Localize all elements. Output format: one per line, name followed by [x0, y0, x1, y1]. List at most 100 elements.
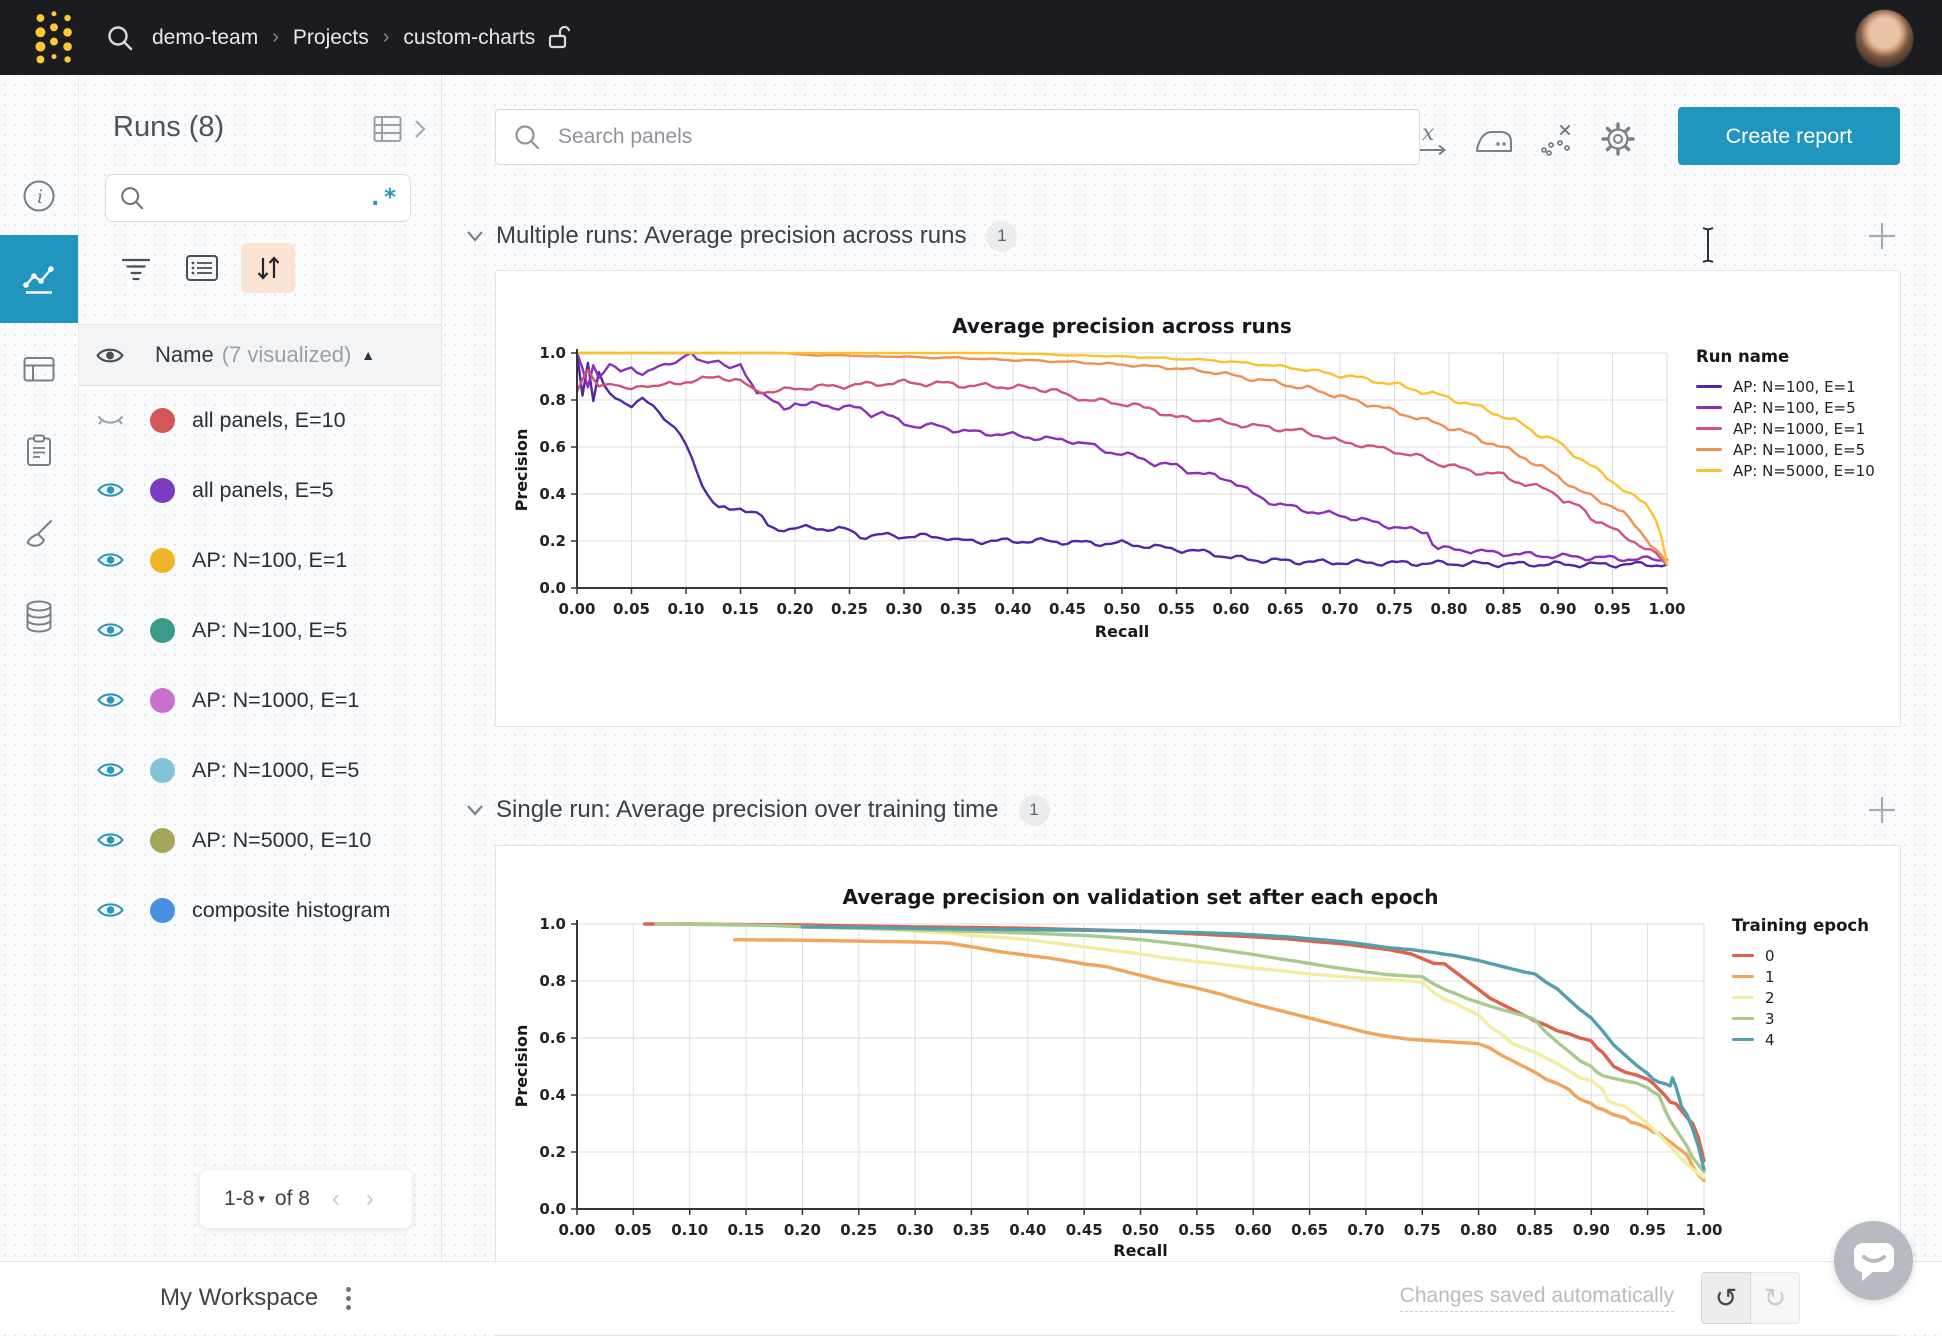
breadcrumb-item[interactable]: Projects: [293, 26, 369, 50]
run-row[interactable]: AP: N=5000, E=10: [79, 805, 441, 875]
run-visibility-toggle[interactable]: [79, 761, 141, 779]
svg-text:0.85: 0.85: [1516, 1221, 1553, 1239]
rail-item-overview[interactable]: i: [0, 154, 78, 238]
run-visibility-toggle[interactable]: [79, 551, 141, 569]
user-avatar[interactable]: [1855, 9, 1914, 68]
run-visibility-toggle[interactable]: [79, 901, 141, 919]
prev-page-button[interactable]: ‹: [332, 1185, 340, 1213]
global-search-button[interactable]: [100, 18, 140, 58]
outliers-button[interactable]: [1534, 117, 1578, 161]
run-row[interactable]: AP: N=1000, E=5: [79, 735, 441, 805]
run-visibility-toggle[interactable]: [79, 621, 141, 639]
sort-arrows-icon: [253, 253, 283, 283]
breadcrumb-item[interactable]: demo-team: [152, 26, 258, 50]
group-runs-button[interactable]: [175, 243, 229, 293]
rail-item-artifacts[interactable]: [0, 575, 78, 659]
smoothing-button[interactable]: [1472, 117, 1516, 161]
run-visibility-toggle[interactable]: [79, 831, 141, 849]
svg-text:1.00: 1.00: [1648, 600, 1685, 618]
svg-text:0.45: 0.45: [1066, 1221, 1103, 1239]
toggle-all-visibility[interactable]: [79, 346, 141, 365]
legend-item: 3: [1732, 1008, 1869, 1029]
svg-text:0.05: 0.05: [613, 600, 650, 618]
bottom-bar: My Workspace Changes saved automatically…: [0, 1261, 1942, 1334]
svg-text:0.95: 0.95: [1594, 600, 1631, 618]
legend-swatch: [1696, 448, 1722, 452]
workspace-selector[interactable]: My Workspace: [160, 1284, 318, 1312]
column-header-name[interactable]: Name: [155, 342, 214, 368]
expand-runs-table-button[interactable]: [373, 115, 427, 143]
section-header-multiple-runs: Multiple runs: Average precision across …: [462, 216, 1017, 256]
chevron-down-icon: [465, 803, 485, 817]
page-size-caret-icon: ▾: [258, 1191, 265, 1207]
next-page-button[interactable]: ›: [366, 1185, 374, 1213]
panel-count-badge: 1: [1019, 795, 1050, 826]
svg-text:0.30: 0.30: [885, 600, 922, 618]
legend-item: AP: N=1000, E=1: [1696, 418, 1875, 439]
breadcrumb-separator: ›: [272, 26, 279, 49]
redo-button[interactable]: ↻: [1751, 1272, 1800, 1324]
svg-text:0.2: 0.2: [539, 1143, 566, 1161]
page-range: 1-8: [224, 1187, 254, 1211]
sort-runs-button[interactable]: [241, 243, 295, 293]
run-row[interactable]: AP: N=100, E=5: [79, 595, 441, 665]
svg-text:Recall: Recall: [1095, 622, 1149, 641]
undo-button[interactable]: ↺: [1701, 1272, 1751, 1324]
collapse-section-button[interactable]: [462, 223, 488, 249]
rail-item-sweeps[interactable]: [0, 492, 78, 576]
run-visibility-toggle[interactable]: [79, 481, 141, 499]
run-color-dot: [150, 898, 175, 923]
svg-text:0.45: 0.45: [1049, 600, 1086, 618]
legend-item: 4: [1732, 1029, 1869, 1050]
panel-card-average-precision-across-runs[interactable]: 0.000.050.100.150.200.250.300.350.400.45…: [495, 270, 1901, 727]
run-row[interactable]: AP: N=100, E=1: [79, 525, 441, 595]
legend-swatch: [1696, 385, 1722, 389]
collapse-section-button[interactable]: [462, 797, 488, 823]
run-name: all panels, E=10: [192, 408, 346, 433]
run-name: AP: N=1000, E=5: [192, 758, 359, 783]
filter-runs-button[interactable]: [109, 243, 163, 293]
project-visibility[interactable]: [547, 23, 572, 52]
create-report-button[interactable]: Create report: [1678, 107, 1900, 165]
run-list-header[interactable]: Name (7 visualized) ▲: [79, 324, 441, 386]
workspace-menu-button[interactable]: [340, 1281, 357, 1316]
legend-item: 1: [1732, 966, 1869, 987]
run-row[interactable]: all panels, E=5: [79, 455, 441, 525]
add-panel-button[interactable]: [1862, 790, 1902, 830]
regex-toggle[interactable]: .*: [368, 185, 398, 211]
wandb-logo[interactable]: [26, 10, 82, 66]
section-title[interactable]: Multiple runs: Average precision across …: [496, 222, 966, 250]
broom-icon: [20, 515, 58, 553]
scatter-remove-icon: [1536, 119, 1576, 159]
svg-text:0.65: 0.65: [1291, 1221, 1328, 1239]
run-row[interactable]: all panels, E=10: [79, 385, 441, 455]
svg-text:0.6: 0.6: [539, 438, 566, 456]
rail-item-workspace[interactable]: [0, 235, 78, 323]
page-size-selector[interactable]: 1-8 ▾ of 8: [224, 1187, 310, 1211]
chat-bubble-icon: [1851, 1240, 1897, 1282]
section-title[interactable]: Single run: Average precision over train…: [496, 796, 999, 824]
run-row[interactable]: AP: N=1000, E=1: [79, 665, 441, 735]
iron-icon: [1473, 122, 1515, 156]
sort-asc-icon[interactable]: ▲: [361, 347, 375, 363]
run-row[interactable]: composite histogram: [79, 875, 441, 945]
add-panel-button[interactable]: [1862, 216, 1902, 256]
panel-search-input[interactable]: [556, 124, 1403, 150]
svg-text:0.80: 0.80: [1430, 600, 1467, 618]
legend-title: Run name: [1696, 347, 1875, 366]
run-search-input[interactable]: [156, 186, 368, 210]
x-axis-settings-button[interactable]: x: [1412, 117, 1456, 161]
rail-item-tables[interactable]: [0, 327, 78, 411]
autosave-status[interactable]: Changes saved automatically: [1400, 1284, 1674, 1312]
legend-title: Training epoch: [1732, 916, 1869, 935]
workspace-settings-button[interactable]: [1596, 117, 1640, 161]
rail-item-logs[interactable]: [0, 409, 78, 493]
run-visibility-toggle[interactable]: [79, 691, 141, 709]
run-color-dot: [150, 828, 175, 853]
info-icon: i: [21, 178, 57, 214]
chat-support-button[interactable]: [1834, 1221, 1913, 1300]
svg-text:1.0: 1.0: [539, 915, 566, 933]
svg-text:0.10: 0.10: [671, 1221, 708, 1239]
breadcrumb-item[interactable]: custom-charts: [403, 26, 535, 50]
run-visibility-toggle[interactable]: [79, 411, 141, 429]
